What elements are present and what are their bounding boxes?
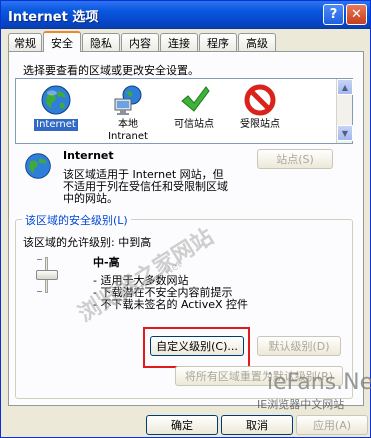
zone-internet[interactable]: Internet <box>24 83 88 131</box>
zone-prompt: 选择要查看的区域或更改安全设置。 <box>23 64 199 77</box>
window-title: Internet 选项 <box>8 10 99 25</box>
slider-tick <box>37 259 42 260</box>
security-level-name: 中-高 <box>93 256 120 269</box>
watermark-brand-sub: IE浏览器中文网站 <box>257 398 345 411</box>
watermark-brand: ieFans.Net <box>267 370 371 395</box>
title-bar[interactable]: Internet 选项 ? ✕ <box>1 1 370 29</box>
apply-button[interactable]: 应用(A) <box>296 415 368 435</box>
security-level-slider-thumb[interactable] <box>36 270 58 280</box>
close-button[interactable]: ✕ <box>346 4 367 25</box>
tab-privacy[interactable]: 隐私 <box>82 33 120 51</box>
zone-restricted-sites-label: 受限站点 <box>240 119 280 130</box>
zone-local-intranet[interactable]: 本地 Intranet <box>96 83 160 143</box>
globe-icon <box>39 83 73 117</box>
security-level-group-title: 该区域的安全级别(L) <box>22 212 131 228</box>
tab-content[interactable]: 内容 <box>121 33 159 51</box>
ok-button[interactable]: 确定 <box>146 415 218 435</box>
selected-zone-title: Internet <box>63 149 114 162</box>
scroll-up-icon[interactable]: ▲ <box>337 79 353 95</box>
slider-tick <box>37 291 42 292</box>
zone-list: Internet 本地 Intranet 可信站点 受限站点 ▲ ▼ <box>15 78 353 144</box>
allowed-levels-text: 该区域的允许级别: 中到高 <box>23 236 152 249</box>
custom-level-highlight-box <box>143 327 250 368</box>
zone-local-intranet-label: 本地 Intranet <box>108 119 148 142</box>
restricted-icon <box>243 83 277 117</box>
checkmark-icon <box>177 83 211 117</box>
cancel-button[interactable]: 取消 <box>221 415 293 435</box>
local-intranet-icon <box>111 83 145 117</box>
zone-trusted-sites-label: 可信站点 <box>174 119 214 130</box>
tab-strip: 常规 安全 隐私 内容 连接 程序 高级 <box>8 31 368 52</box>
default-level-button[interactable]: 默认级别(D) <box>257 336 341 356</box>
tab-connections[interactable]: 连接 <box>160 33 198 51</box>
zone-description-line-3: 中的网站。 <box>63 192 118 205</box>
tab-programs[interactable]: 程序 <box>199 33 237 51</box>
zone-trusted-sites[interactable]: 可信站点 <box>162 83 226 131</box>
sites-button[interactable]: 站点(S) <box>257 149 333 169</box>
zone-internet-label: Internet <box>34 119 78 131</box>
scroll-down-icon[interactable]: ▼ <box>337 125 353 141</box>
zone-restricted-sites[interactable]: 受限站点 <box>228 83 292 131</box>
help-button[interactable]: ? <box>323 4 344 25</box>
tab-security[interactable]: 安全 <box>43 31 81 52</box>
zone-list-scrollbar[interactable]: ▲ ▼ <box>336 79 353 143</box>
tab-advanced[interactable]: 高级 <box>238 33 276 51</box>
internet-options-window: Internet 选项 ? ✕ 常规 安全 隐私 内容 连接 程序 高级 选择要… <box>0 0 371 438</box>
tab-general[interactable]: 常规 <box>8 33 42 51</box>
selected-zone-globe-icon <box>23 151 53 181</box>
